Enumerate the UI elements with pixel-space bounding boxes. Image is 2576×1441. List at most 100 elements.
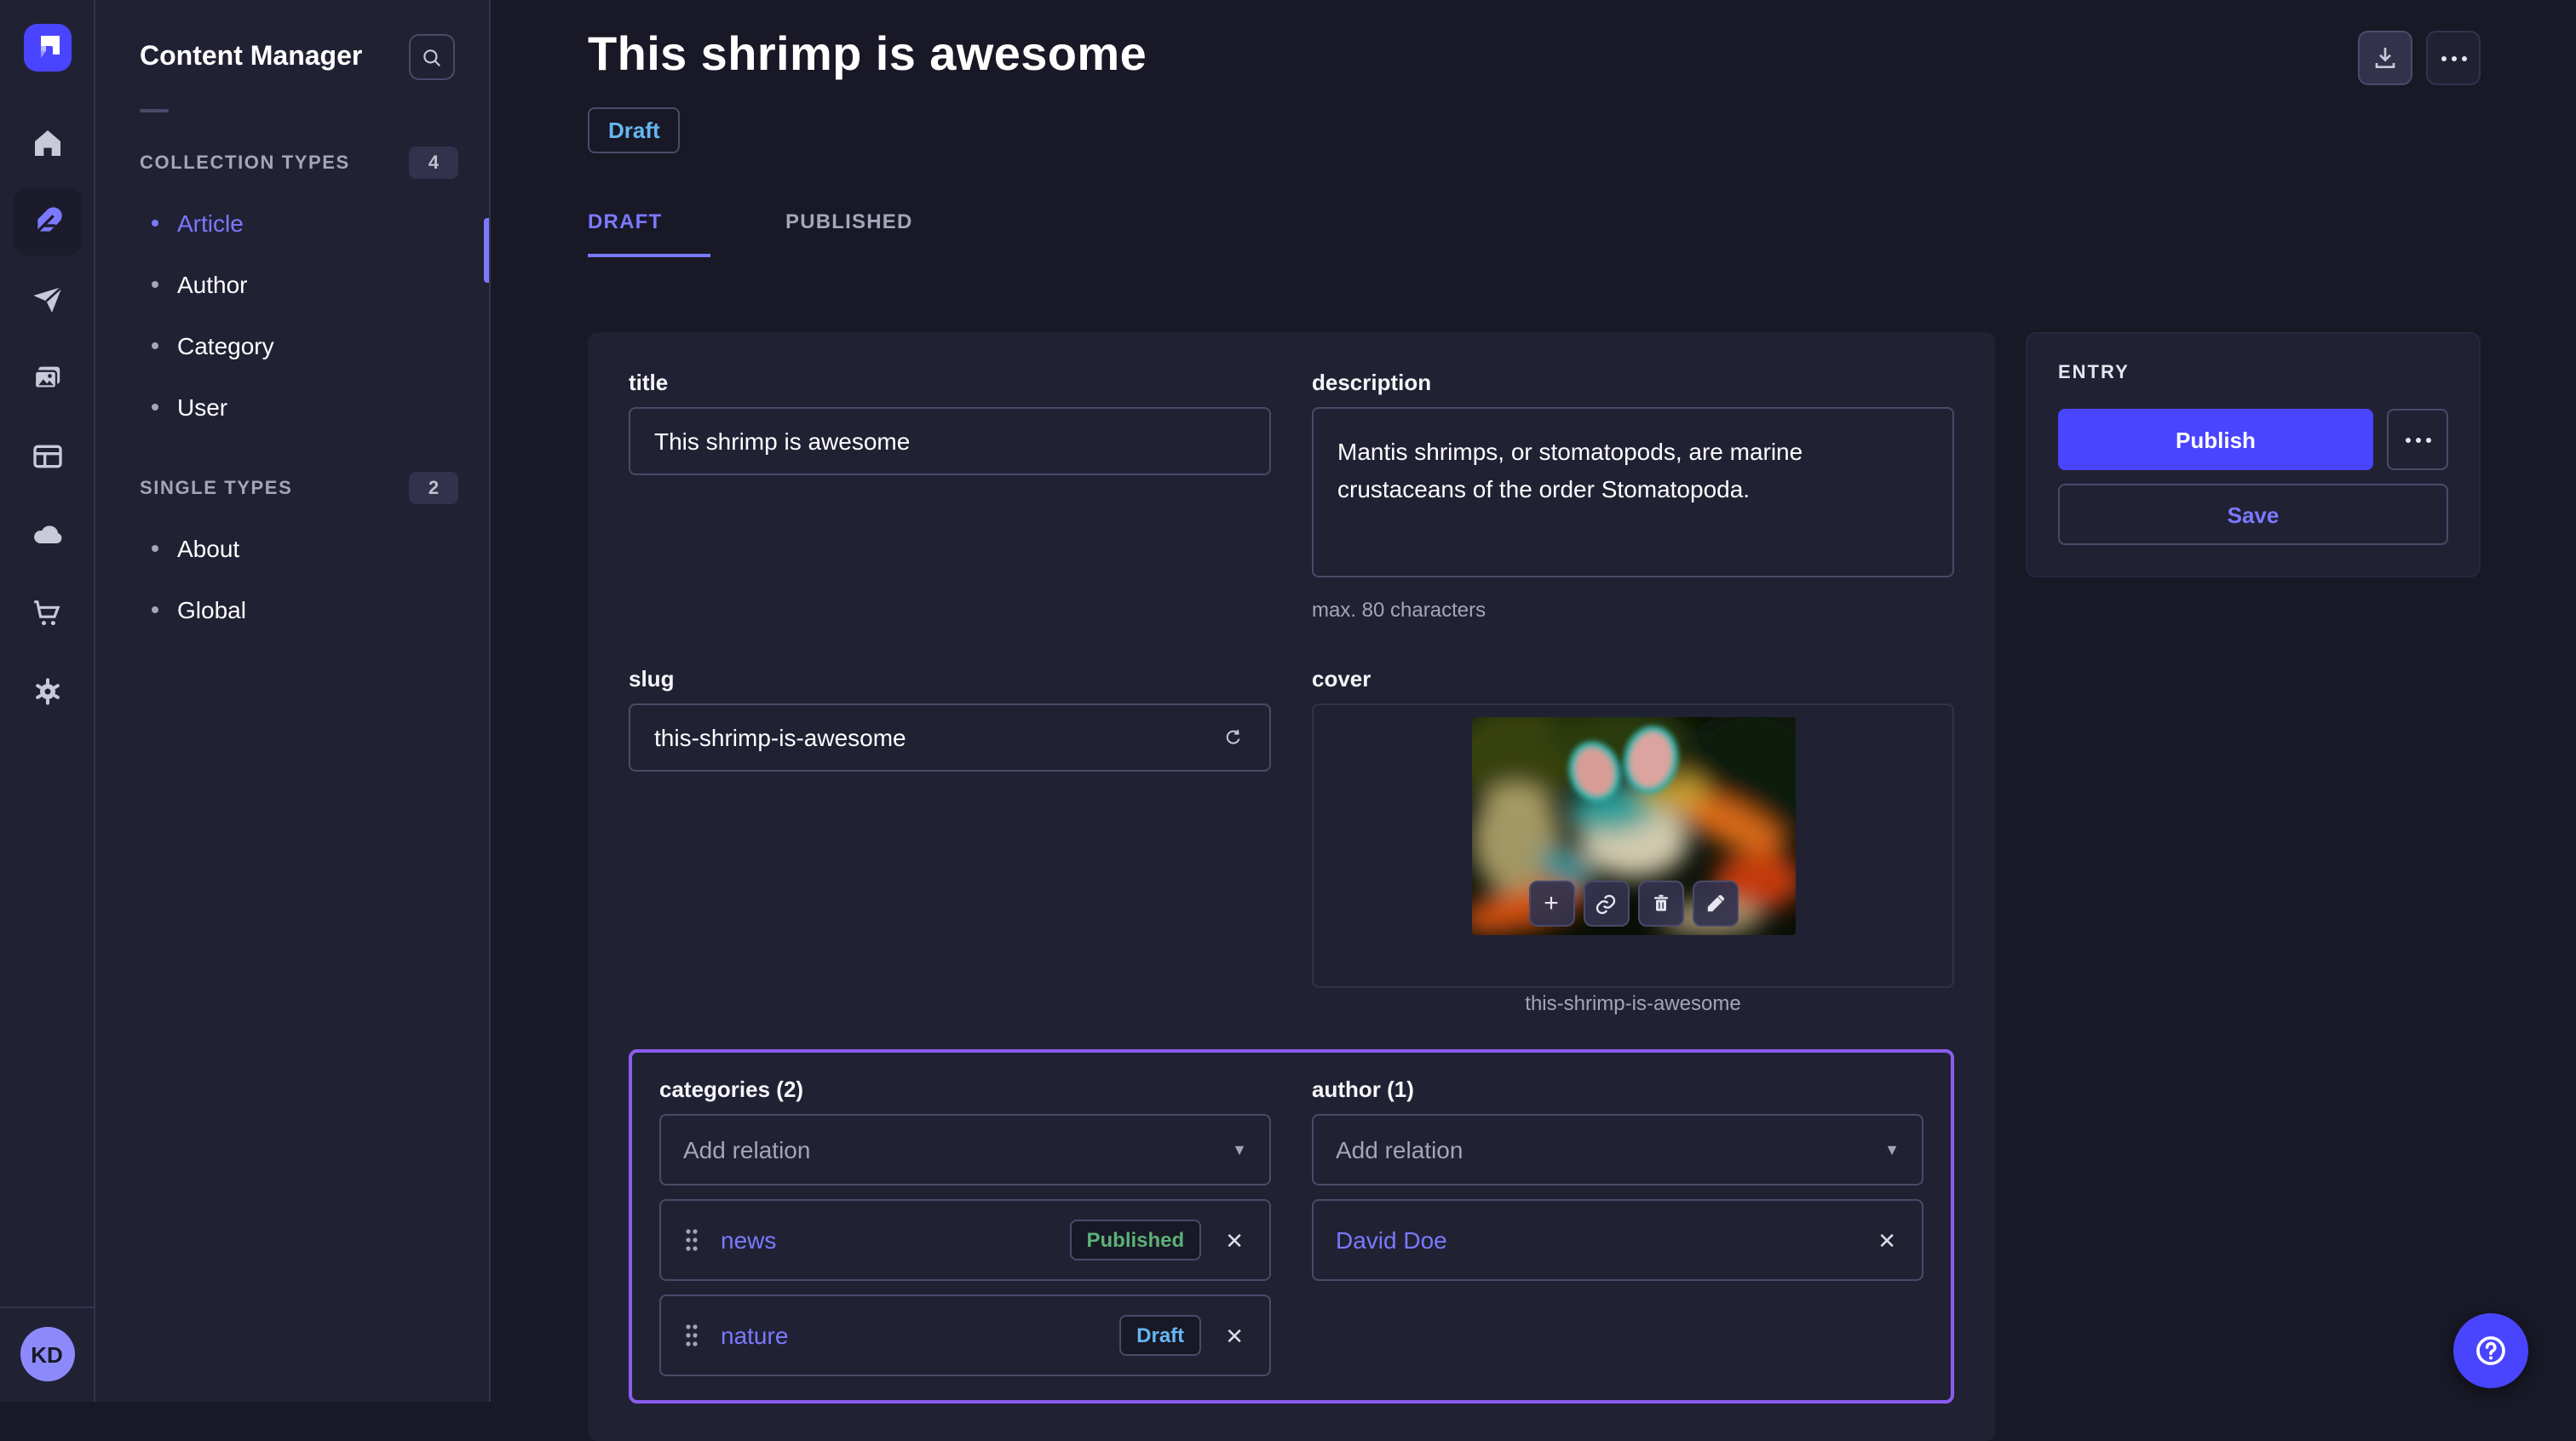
author-add-relation-select[interactable]: Add relation ▼ <box>1312 1114 1923 1186</box>
bullet-dot <box>152 220 158 227</box>
tab-published[interactable]: PUBLISHED <box>785 210 913 257</box>
field-title: title <box>629 370 1271 622</box>
bullet-dot <box>152 404 158 410</box>
description-textarea[interactable]: Mantis shrimps, or stomatopods, are mari… <box>1312 407 1954 577</box>
field-cover: cover <box>1312 666 1954 1019</box>
title-label: title <box>629 370 1271 395</box>
section-count-badge: 2 <box>409 472 458 504</box>
content-type-builder-icon[interactable] <box>13 422 81 491</box>
categories-label: categories (2) <box>659 1076 1271 1102</box>
remove-relation-icon[interactable]: ✕ <box>1874 1226 1900 1254</box>
bullet-dot <box>152 281 158 288</box>
drag-handle-icon[interactable] <box>683 1225 700 1255</box>
sidebar-item-author[interactable]: Author <box>95 254 489 315</box>
publish-button[interactable]: Publish <box>2058 409 2373 470</box>
subsidebar-divider <box>140 109 169 112</box>
bullet-dot <box>152 606 158 613</box>
description-hint: max. 80 characters <box>1312 598 1954 622</box>
download-icon <box>2372 44 2399 72</box>
app-root: KD Content Manager COLLECTION TYPES 4 Ar… <box>0 0 2576 1402</box>
description-label: description <box>1312 370 1954 395</box>
regenerate-slug-button[interactable] <box>1213 717 1254 758</box>
active-item-indicator <box>484 218 489 283</box>
header-actions <box>2358 31 2481 85</box>
regenerate-icon <box>1223 724 1244 751</box>
settings-gear-icon[interactable] <box>13 657 81 726</box>
sidebar-item-label: Article <box>177 210 244 237</box>
sidebar-item-category[interactable]: Category <box>95 315 489 376</box>
rail-nav <box>13 109 81 726</box>
drag-handle-icon[interactable] <box>683 1320 700 1351</box>
save-button[interactable]: Save <box>2058 484 2448 545</box>
field-categories: categories (2) Add relation ▼ <box>659 1076 1271 1376</box>
sidebar-item-about[interactable]: About <box>95 518 489 579</box>
relation-item-news: news Published ✕ <box>659 1199 1271 1281</box>
sidebar-item-article[interactable]: Article <box>95 192 489 254</box>
strapi-logo-mark <box>33 34 60 61</box>
media-library-icon[interactable] <box>13 344 81 412</box>
marketplace-cart-icon[interactable] <box>13 579 81 647</box>
sidebar-item-global[interactable]: Global <box>95 579 489 640</box>
remove-relation-icon[interactable]: ✕ <box>1222 1321 1247 1350</box>
cloud-icon[interactable] <box>13 501 81 569</box>
link-icon[interactable] <box>1583 881 1629 927</box>
content-manager-feather-icon[interactable] <box>13 187 81 255</box>
subsidebar-title: Content Manager <box>140 42 362 72</box>
section-count-badge: 4 <box>409 146 458 179</box>
add-relation-placeholder: Add relation <box>1336 1136 1463 1163</box>
avatar[interactable]: KD <box>20 1327 74 1381</box>
field-slug: slug <box>629 666 1271 1019</box>
relation-link[interactable]: news <box>721 1226 776 1254</box>
more-options-button[interactable] <box>2426 31 2481 85</box>
author-label: author (1) <box>1312 1076 1923 1102</box>
edit-pencil-icon[interactable] <box>1692 881 1738 927</box>
relation-item-david-doe: David Doe ✕ <box>1312 1199 1923 1281</box>
add-relation-placeholder: Add relation <box>683 1136 810 1163</box>
more-horizontal-icon <box>2405 437 2430 442</box>
section-collection-types: COLLECTION TYPES 4 Article Author Catego… <box>95 146 489 438</box>
rail-footer: KD <box>0 1306 94 1402</box>
help-question-icon <box>2472 1332 2510 1369</box>
add-icon[interactable]: + <box>1528 881 1574 927</box>
strapi-logo[interactable] <box>23 24 71 72</box>
remove-relation-icon[interactable]: ✕ <box>1222 1226 1247 1254</box>
entry-more-button[interactable] <box>2387 409 2448 470</box>
relation-item-nature: nature Draft ✕ <box>659 1295 1271 1376</box>
cover-filename: this-shrimp-is-awesome <box>1525 991 1740 1015</box>
version-tabs: DRAFT PUBLISHED <box>588 210 2481 257</box>
sidebar-item-label: Author <box>177 271 248 298</box>
download-button[interactable] <box>2358 31 2412 85</box>
chevron-down-icon: ▼ <box>1884 1141 1900 1158</box>
slug-input[interactable] <box>629 703 1271 772</box>
relation-link[interactable]: David Doe <box>1336 1226 1447 1254</box>
search-button[interactable] <box>409 34 455 80</box>
send-plane-icon[interactable] <box>13 266 81 334</box>
slug-label: slug <box>629 666 1271 692</box>
bullet-dot <box>152 342 158 349</box>
title-input[interactable] <box>629 407 1271 475</box>
tab-draft[interactable]: DRAFT <box>588 210 710 257</box>
relation-link[interactable]: nature <box>721 1322 788 1349</box>
sidebar-item-user[interactable]: User <box>95 376 489 438</box>
sidebar-item-label: User <box>177 393 227 421</box>
subsidebar: Content Manager COLLECTION TYPES 4 Artic… <box>95 0 491 1402</box>
main-content: This shrimp is awesome Draft DRAFT PUBLI… <box>491 0 2576 1402</box>
search-icon <box>421 45 443 69</box>
more-horizontal-icon <box>2441 55 2466 60</box>
sidebar-rail: KD <box>0 0 95 1402</box>
section-label: COLLECTION TYPES <box>140 152 350 173</box>
field-description: description Mantis shrimps, or stomatopo… <box>1312 370 1954 622</box>
trash-icon[interactable] <box>1637 881 1683 927</box>
edit-form-card: title description Mantis shrimps, or sto… <box>588 332 1995 1441</box>
categories-add-relation-select[interactable]: Add relation ▼ <box>659 1114 1271 1186</box>
cover-card: + <box>1312 703 1954 988</box>
field-author: author (1) Add relation ▼ David Doe ✕ <box>1312 1076 1923 1376</box>
help-button[interactable] <box>2453 1313 2528 1388</box>
page-title: This shrimp is awesome <box>588 27 1147 82</box>
entry-panel-title: ENTRY <box>2058 363 2448 383</box>
home-icon[interactable] <box>13 109 81 177</box>
chevron-down-icon: ▼ <box>1232 1141 1247 1158</box>
sidebar-item-label: Global <box>177 596 246 623</box>
section-single-types: SINGLE TYPES 2 About Global <box>95 472 489 640</box>
relations-group-modified: categories (2) Add relation ▼ <box>629 1049 1954 1404</box>
